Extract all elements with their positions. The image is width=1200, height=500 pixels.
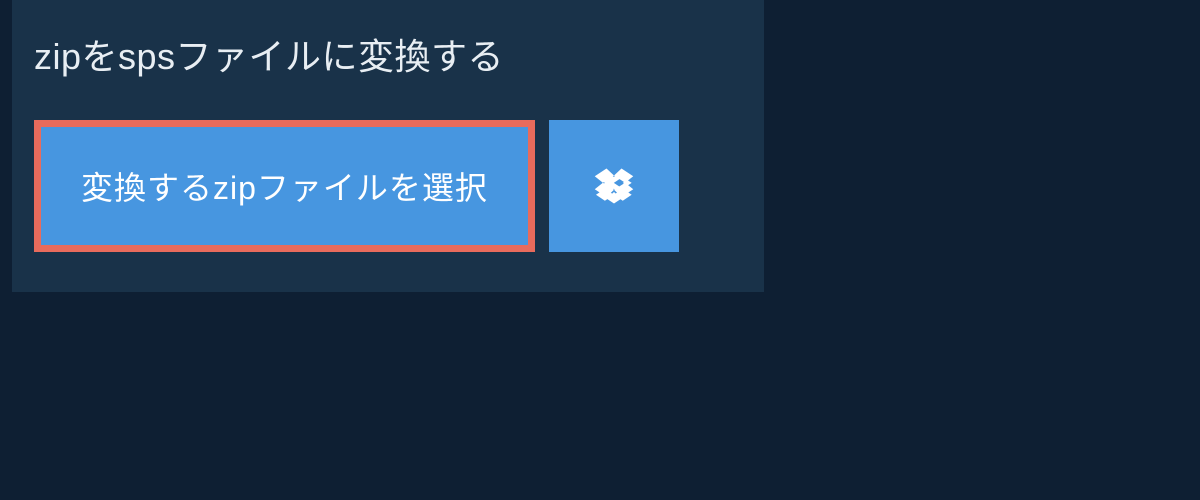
- converter-panel: zipをspsファイルに変換する 変換するzipファイルを選択: [12, 0, 764, 292]
- select-file-button[interactable]: 変換するzipファイルを選択: [34, 120, 535, 252]
- page-title: zipをspsファイルに変換する: [34, 28, 602, 80]
- dropbox-icon: [593, 165, 635, 207]
- dropbox-button[interactable]: [549, 120, 679, 252]
- header: zipをspsファイルに変換する: [12, 0, 624, 120]
- select-file-label: 変換するzipファイルを選択: [81, 163, 488, 209]
- button-row: 変換するzipファイルを選択: [12, 120, 764, 292]
